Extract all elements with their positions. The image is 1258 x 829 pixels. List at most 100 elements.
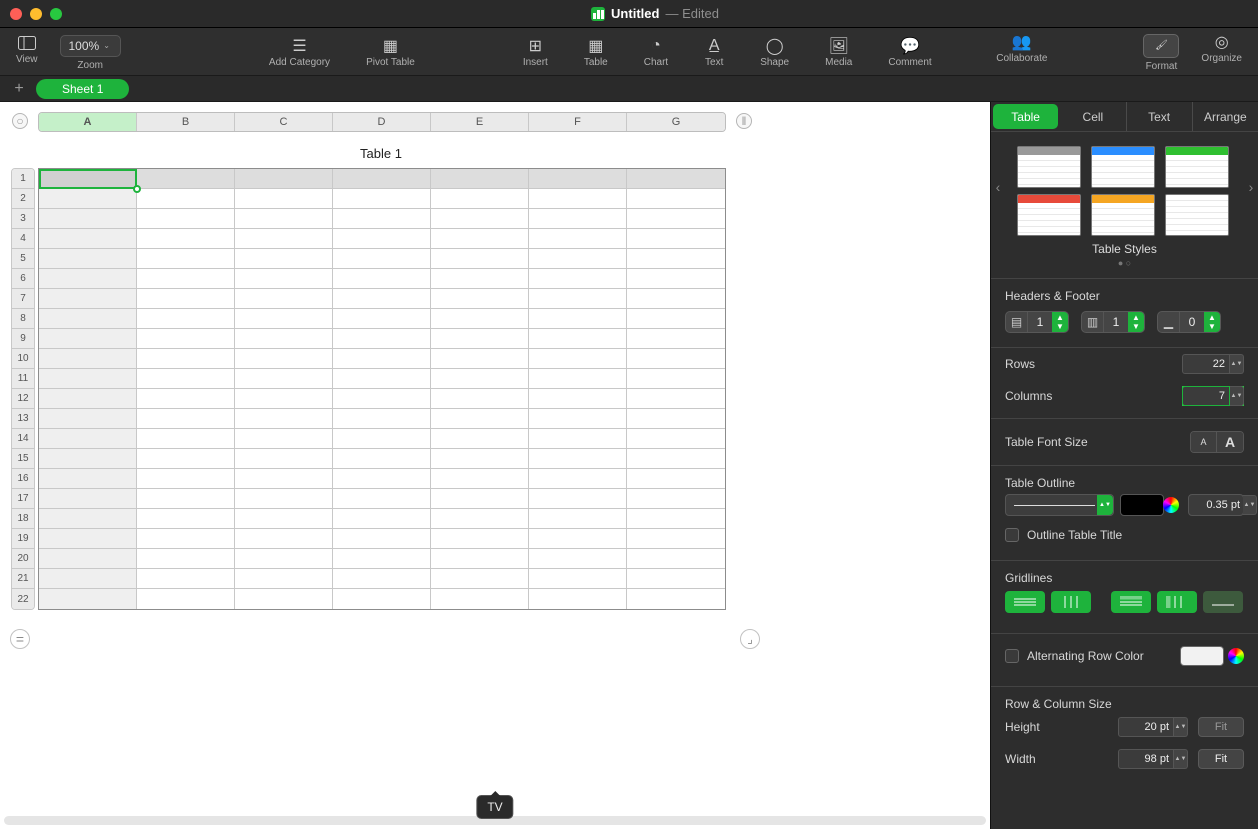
cell[interactable]	[431, 209, 529, 229]
row-header-18[interactable]: 18	[12, 509, 34, 529]
table-button[interactable]: ▦Table	[580, 38, 612, 68]
cell[interactable]	[627, 449, 725, 469]
cell[interactable]	[39, 169, 137, 189]
cols-spinner[interactable]: ▲▼	[1230, 386, 1244, 406]
style-red[interactable]	[1017, 194, 1081, 236]
cell[interactable]	[431, 509, 529, 529]
cell[interactable]	[235, 289, 333, 309]
cell[interactable]	[39, 589, 137, 609]
shape-button[interactable]: ◯Shape	[756, 38, 793, 68]
cell[interactable]	[431, 189, 529, 209]
row-header-5[interactable]: 5	[12, 249, 34, 269]
cell[interactable]	[431, 589, 529, 609]
cell[interactable]	[431, 169, 529, 189]
style-plain[interactable]	[1165, 194, 1229, 236]
cell[interactable]	[39, 529, 137, 549]
selection-handle[interactable]	[133, 185, 141, 193]
cell[interactable]	[431, 389, 529, 409]
cell[interactable]	[529, 229, 627, 249]
cell[interactable]	[529, 249, 627, 269]
cell[interactable]	[431, 269, 529, 289]
alt-row-checkbox[interactable]	[1005, 649, 1019, 663]
style-blue[interactable]	[1091, 146, 1155, 188]
view-button[interactable]: View	[12, 35, 42, 65]
height-fit-button[interactable]: Fit	[1198, 717, 1244, 737]
cell[interactable]	[333, 469, 431, 489]
gridlines-horizontal-body-button[interactable]	[1005, 591, 1045, 613]
resize-table-handle[interactable]: ⌟	[740, 629, 760, 649]
cell[interactable]	[39, 509, 137, 529]
cell[interactable]	[431, 249, 529, 269]
gridlines-vertical-body-button[interactable]	[1051, 591, 1091, 613]
cell[interactable]	[627, 189, 725, 209]
cell[interactable]	[529, 389, 627, 409]
cell[interactable]	[627, 229, 725, 249]
cell[interactable]	[235, 349, 333, 369]
cell[interactable]	[235, 569, 333, 589]
cell[interactable]	[529, 569, 627, 589]
gridlines-vertical-header-button[interactable]	[1157, 591, 1197, 613]
cell[interactable]	[529, 189, 627, 209]
add-row-handle[interactable]: =	[10, 629, 30, 649]
outline-title-checkbox[interactable]	[1005, 528, 1019, 542]
cell[interactable]	[529, 529, 627, 549]
cell[interactable]	[235, 189, 333, 209]
format-button[interactable]: 🖌Format	[1139, 34, 1183, 72]
cell[interactable]	[39, 549, 137, 569]
zoom-value[interactable]: 100%⌄	[60, 35, 121, 57]
column-header-D[interactable]: D	[333, 113, 431, 131]
header-cols-stepper[interactable]: ▥1▲▼	[1081, 311, 1145, 333]
gridlines-footer-button[interactable]	[1203, 591, 1243, 613]
cell[interactable]	[137, 409, 235, 429]
cell[interactable]	[333, 349, 431, 369]
cell[interactable]	[627, 409, 725, 429]
cell[interactable]	[137, 529, 235, 549]
row-header-7[interactable]: 7	[12, 289, 34, 309]
cell[interactable]	[529, 209, 627, 229]
cell[interactable]	[39, 349, 137, 369]
cell[interactable]	[333, 429, 431, 449]
cell[interactable]	[529, 369, 627, 389]
cell[interactable]	[137, 169, 235, 189]
cell[interactable]	[529, 169, 627, 189]
cell[interactable]	[39, 409, 137, 429]
column-header-B[interactable]: B	[137, 113, 235, 131]
cell[interactable]	[333, 589, 431, 609]
column-header-A[interactable]: A	[39, 113, 137, 131]
row-header-16[interactable]: 16	[12, 469, 34, 489]
cell[interactable]	[137, 489, 235, 509]
cell[interactable]	[529, 469, 627, 489]
cell[interactable]	[529, 509, 627, 529]
cell[interactable]	[529, 269, 627, 289]
chart-button[interactable]: ◔Chart	[640, 38, 672, 68]
cell[interactable]	[431, 469, 529, 489]
cell[interactable]	[235, 389, 333, 409]
cell[interactable]	[39, 289, 137, 309]
cell[interactable]	[39, 229, 137, 249]
cell[interactable]	[627, 389, 725, 409]
inspector-tab-text[interactable]: Text	[1126, 102, 1192, 131]
styles-prev[interactable]: ‹	[991, 179, 1005, 195]
cell[interactable]	[627, 549, 725, 569]
cell[interactable]	[627, 509, 725, 529]
cell[interactable]	[137, 309, 235, 329]
cell[interactable]	[137, 269, 235, 289]
cell[interactable]	[39, 389, 137, 409]
cell[interactable]	[39, 369, 137, 389]
cell[interactable]	[333, 169, 431, 189]
spreadsheet-canvas[interactable]: ○ ‖ ABCDEFG Table 1 12345678910111213141…	[0, 102, 990, 829]
table-selector-corner[interactable]: ○	[12, 113, 28, 129]
cell[interactable]	[39, 329, 137, 349]
row-header-12[interactable]: 12	[12, 389, 34, 409]
row-header-17[interactable]: 17	[12, 489, 34, 509]
cell[interactable]	[235, 549, 333, 569]
cell[interactable]	[627, 369, 725, 389]
cell[interactable]	[333, 209, 431, 229]
cols-input[interactable]: ▲▼	[1182, 386, 1244, 406]
cell[interactable]	[627, 169, 725, 189]
cell[interactable]	[333, 569, 431, 589]
cell[interactable]	[235, 369, 333, 389]
cell[interactable]	[137, 209, 235, 229]
gridlines-horizontal-header-button[interactable]	[1111, 591, 1151, 613]
cell[interactable]	[431, 309, 529, 329]
